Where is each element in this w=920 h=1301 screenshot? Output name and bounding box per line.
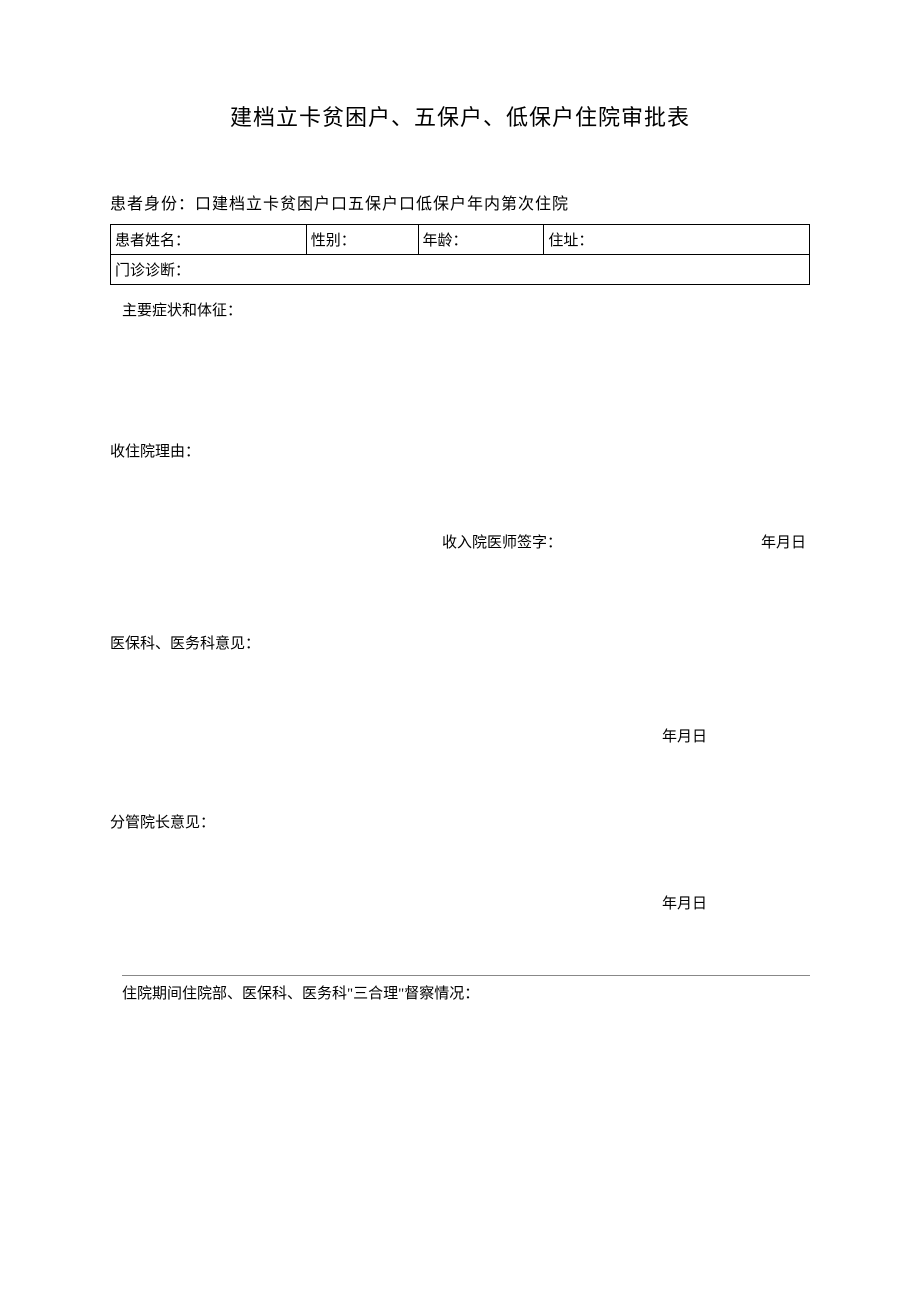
director-opinion-label: 分管院长意见： [110, 811, 810, 832]
name-cell[interactable]: 患者姓名： [111, 225, 307, 255]
doctor-sign-row: 收入院医师签字： 年月日 [122, 531, 810, 552]
supervise-label: 住院期间住院部、医保科、医务科"三合理"督察情况： [122, 982, 810, 1003]
patient-identity-line: 患者身份：口建档立卡贫困户口五保户口低保户年内第次住院 [110, 190, 810, 214]
admission-reason-label: 收住院理由： [110, 440, 810, 461]
date-placeholder: 年月日 [122, 892, 810, 913]
date-placeholder: 年月日 [761, 531, 806, 552]
diagnosis-cell[interactable]: 门诊诊断： [111, 255, 810, 285]
table-row: 门诊诊断： [111, 255, 810, 285]
doctor-sign-label: 收入院医师签字： [442, 531, 562, 552]
insurance-opinion-label: 医保科、医务科意见： [110, 632, 810, 653]
symptoms-label: 主要症状和体征： [122, 299, 810, 320]
table-row: 患者姓名： 性别： 年龄： 住址： [111, 225, 810, 255]
divider [122, 975, 810, 976]
form-title: 建档立卡贫困户、五保户、低保户住院审批表 [110, 100, 810, 132]
address-cell[interactable]: 住址： [544, 225, 810, 255]
patient-info-table: 患者姓名： 性别： 年龄： 住址： 门诊诊断： [110, 224, 810, 285]
gender-cell[interactable]: 性别： [306, 225, 418, 255]
date-placeholder: 年月日 [122, 725, 810, 746]
age-cell[interactable]: 年龄： [418, 225, 544, 255]
